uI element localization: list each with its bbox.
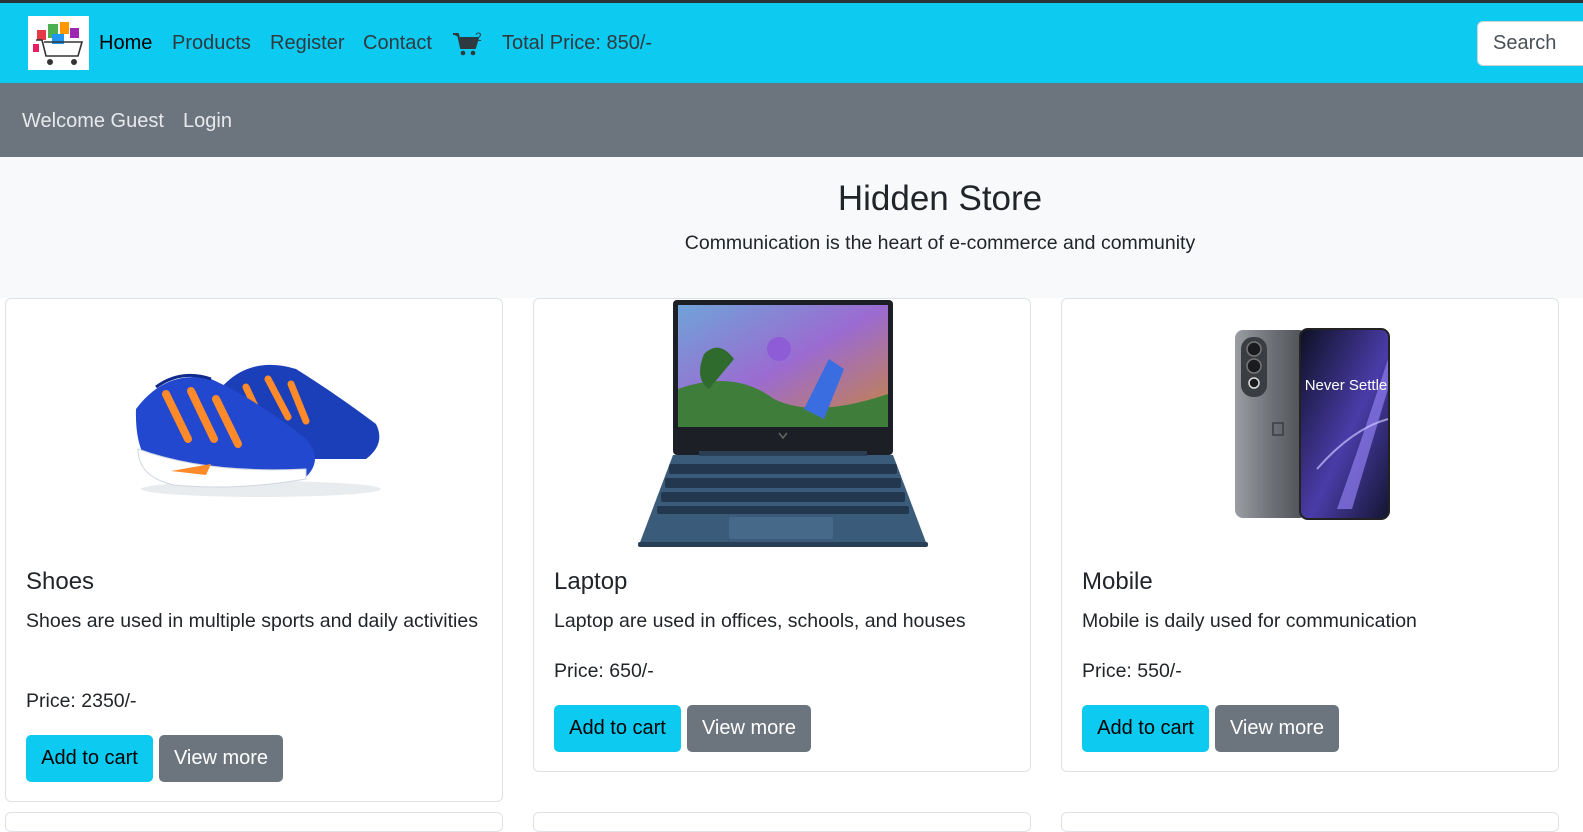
phone-screen-text: Never Settle bbox=[1305, 377, 1388, 394]
product-name: Mobile bbox=[1082, 568, 1153, 595]
product-description: Laptop are used in offices, schools, and… bbox=[554, 610, 966, 632]
nav-register[interactable]: Register bbox=[270, 31, 344, 55]
product-card-partial bbox=[533, 812, 1031, 832]
product-price: Price: 650/- bbox=[554, 660, 654, 682]
navbar: Home Products Register Contact 2 Total P… bbox=[0, 3, 1583, 83]
product-price: Price: 2350/- bbox=[26, 690, 137, 712]
total-price: Total Price: 850/- bbox=[502, 32, 653, 54]
product-description: Mobile is daily used for communication bbox=[1082, 610, 1417, 632]
product-card-mobile: Never Settle Mobile Mobile is daily used… bbox=[1061, 298, 1559, 772]
product-card-partial bbox=[1061, 812, 1559, 832]
page-subtitle: Communication is the heart of e-commerce… bbox=[684, 232, 1196, 254]
view-more-button[interactable]: View more bbox=[159, 735, 283, 782]
nav-home[interactable]: Home bbox=[99, 31, 152, 55]
user-bar: Welcome Guest Login bbox=[0, 83, 1583, 157]
product-card-shoes: Shoes Shoes are used in multiple sports … bbox=[5, 298, 503, 802]
add-to-cart-button[interactable]: Add to cart bbox=[554, 705, 681, 752]
product-name: Shoes bbox=[26, 568, 95, 595]
laptop-image bbox=[638, 300, 928, 547]
product-name: Laptop bbox=[554, 568, 628, 595]
search-input[interactable] bbox=[1477, 21, 1583, 66]
product-card-laptop: Laptop Laptop are used in offices, schoo… bbox=[533, 298, 1031, 772]
login-link[interactable]: Login bbox=[183, 109, 232, 133]
store-logo[interactable] bbox=[28, 16, 89, 70]
hero-section: Hidden Store Communication is the heart … bbox=[0, 157, 1583, 298]
add-to-cart-button[interactable]: Add to cart bbox=[26, 735, 153, 782]
view-more-button[interactable]: View more bbox=[1215, 705, 1339, 752]
cart-count-badge: 2 bbox=[475, 30, 482, 44]
shoes-image bbox=[135, 364, 381, 497]
nav-contact[interactable]: Contact bbox=[363, 31, 432, 55]
nav-products[interactable]: Products bbox=[172, 31, 251, 55]
product-card-partial bbox=[5, 812, 503, 832]
product-price: Price: 550/- bbox=[1082, 660, 1182, 682]
add-to-cart-button[interactable]: Add to cart bbox=[1082, 705, 1209, 752]
product-description: Shoes are used in multiple sports and da… bbox=[26, 610, 478, 632]
welcome-text: Welcome Guest bbox=[22, 110, 164, 132]
mobile-image: Never Settle bbox=[1235, 328, 1390, 520]
page-title: Hidden Store bbox=[837, 179, 1043, 218]
view-more-button[interactable]: View more bbox=[687, 705, 811, 752]
